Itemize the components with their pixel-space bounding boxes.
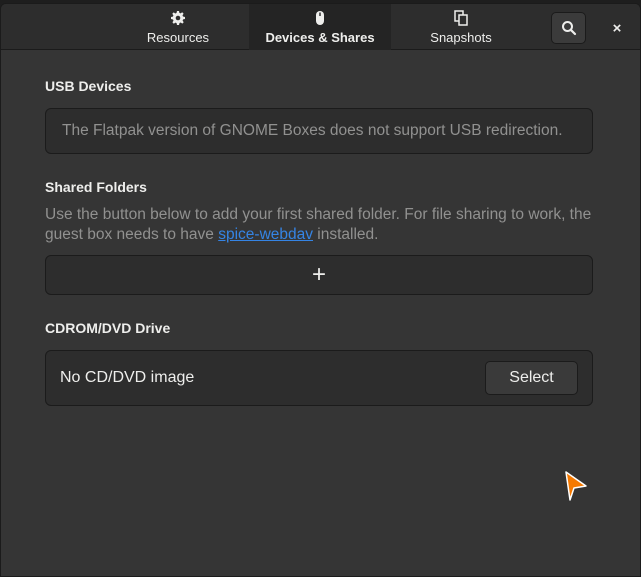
cdrom-status: No CD/DVD image [60, 369, 195, 386]
mouse-pointer-icon [565, 471, 587, 501]
tab-label: Snapshots [430, 29, 492, 45]
search-button[interactable] [551, 12, 586, 44]
spice-webdav-link[interactable]: spice-webdav [218, 226, 313, 243]
desc-text-after: installed. [313, 226, 379, 243]
snapshots-icon [454, 9, 468, 26]
close-icon: × [612, 19, 622, 37]
header-bar: Resources Devices & Shares Snapshots × [1, 4, 640, 50]
shared-folders-description: Use the button below to add your first s… [45, 205, 593, 245]
tab-resources[interactable]: Resources [118, 4, 238, 50]
select-cd-image-button[interactable]: Select [485, 361, 578, 395]
cdrom-section-title: CDROM/DVD Drive [45, 320, 171, 336]
tab-label: Devices & Shares [265, 29, 375, 45]
mouse-icon [316, 10, 324, 25]
add-shared-folder-button[interactable]: + [45, 255, 593, 295]
tab-label: Resources [146, 29, 210, 45]
shared-folders-title: Shared Folders [45, 179, 147, 195]
usb-message-frame: The Flatpak version of GNOME Boxes does … [45, 108, 593, 154]
search-icon [561, 21, 576, 36]
devices-window: Resources Devices & Shares Snapshots × U… [0, 3, 641, 577]
close-button[interactable]: × [601, 12, 633, 44]
tab-devices-shares[interactable]: Devices & Shares [249, 4, 391, 50]
usb-message: The Flatpak version of GNOME Boxes does … [62, 122, 563, 139]
usb-section-title: USB Devices [45, 78, 132, 94]
devices-content: USB Devices The Flatpak version of GNOME… [1, 50, 640, 576]
tab-snapshots[interactable]: Snapshots [401, 4, 521, 50]
gear-icon [171, 10, 185, 25]
plus-icon: + [311, 261, 326, 288]
cdrom-row: No CD/DVD image Select [45, 350, 593, 406]
